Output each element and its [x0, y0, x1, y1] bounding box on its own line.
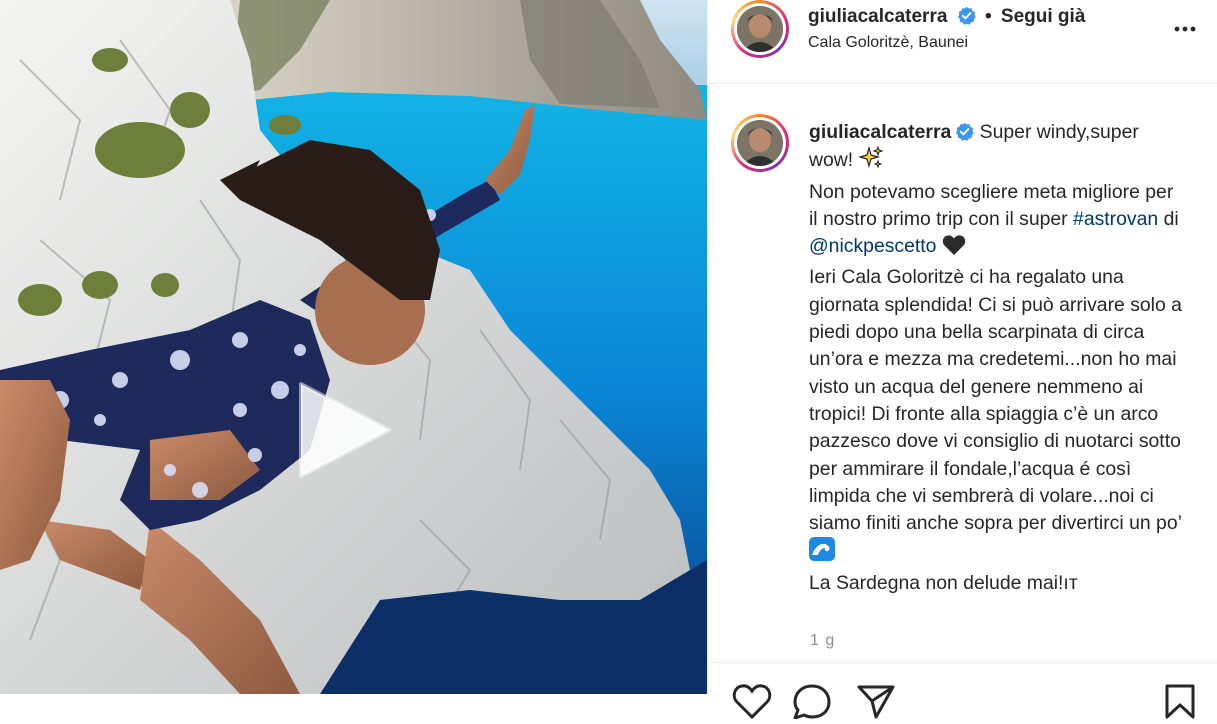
- post-media-video[interactable]: [0, 0, 707, 694]
- post-sidebar: giuliacalcaterra • Segui già Cala Golori…: [707, 0, 1217, 720]
- black-heart-emoji-icon: [942, 234, 966, 264]
- following-button[interactable]: Segui già: [1001, 6, 1085, 27]
- hashtag-link[interactable]: #astrovan: [1073, 208, 1158, 230]
- save-button[interactable]: [1163, 683, 1197, 724]
- play-icon: [299, 382, 391, 478]
- more-options-icon: [1174, 26, 1196, 32]
- caption-username[interactable]: giuliacalcaterra: [809, 121, 951, 143]
- header-separator: •: [984, 6, 992, 27]
- sparkles-emoji-icon: [857, 145, 884, 178]
- author-avatar[interactable]: [731, 0, 789, 58]
- post-caption: giuliacalcaterra Super windy,super wow! …: [809, 119, 1184, 597]
- post-action-bar: [708, 662, 1217, 720]
- post-location-link[interactable]: Cala Goloritzè, Baunei: [808, 34, 968, 52]
- video-frame-scene: [0, 0, 707, 694]
- verified-badge-icon: [955, 122, 975, 141]
- bookmark-icon: [1165, 684, 1195, 719]
- comment-icon: [793, 684, 831, 720]
- play-button[interactable]: [295, 378, 395, 482]
- wave-emoji-icon: [809, 537, 835, 569]
- verified-badge-icon: [957, 6, 976, 25]
- more-options-button[interactable]: [1172, 16, 1198, 42]
- author-username[interactable]: giuliacalcaterra: [808, 6, 947, 27]
- caption-word-di: di: [1163, 207, 1179, 230]
- caption-closing: La Sardegna non delude mai!ıт: [809, 571, 1078, 594]
- mention-link[interactable]: @nickpescetto: [809, 235, 936, 257]
- post-timestamp[interactable]: 1 g: [810, 632, 835, 650]
- comment-button[interactable]: [792, 683, 832, 724]
- caption-body: Ieri Cala Goloritzè ci ha regalato una g…: [809, 266, 1182, 535]
- heart-outline-icon: [732, 684, 772, 720]
- like-button[interactable]: [732, 683, 772, 724]
- caption-author-avatar[interactable]: [731, 114, 789, 172]
- avatar-photo: [737, 120, 783, 166]
- avatar-photo: [737, 6, 783, 52]
- share-icon: [857, 685, 895, 719]
- share-button[interactable]: [856, 683, 896, 724]
- post-header: giuliacalcaterra • Segui già Cala Golori…: [708, 0, 1217, 84]
